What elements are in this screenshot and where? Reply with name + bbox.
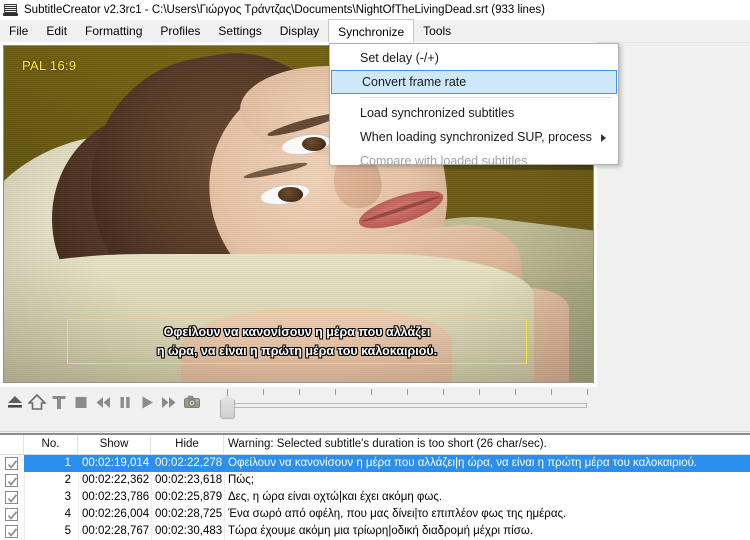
row-subtitle-text: Τώρα έχουμε ακόμη μια τρίωρη|οδική διαδρ… [228, 525, 534, 537]
row-subtitle-text: Πώς; [228, 474, 255, 486]
column-header-hide[interactable]: Hide [151, 435, 224, 454]
row-show-time: 00:02:26,004 [82, 508, 150, 520]
skip-back-icon [94, 393, 112, 411]
menu-item-load-synchronized-subtitles[interactable]: Load synchronized subtitles [330, 101, 618, 125]
column-header-check[interactable] [0, 435, 24, 454]
subtitle-overlay-box[interactable]: Οφείλουν να κανονίσουν η μέρα που αλλάζε… [67, 319, 527, 364]
camera-icon [183, 393, 203, 411]
row-checkbox[interactable] [0, 506, 24, 523]
row-hide-time: 00:02:22,278 [155, 457, 223, 469]
row-subtitle-text: Δες, η ώρα είναι οχτώ|και έχει ακόμη φως… [228, 491, 443, 503]
table-row[interactable]: 4 00:02:26,004 00:02:28,725 Ένα σωρό από… [0, 506, 750, 523]
title-bar: SubtitleCreator v2.3rc1 - C:\Users\Γιώργ… [0, 0, 750, 21]
menu-bar: File Edit Formatting Profiles Settings D… [0, 19, 750, 43]
slider-track[interactable] [227, 403, 587, 408]
menu-synchronize[interactable]: Synchronize [328, 19, 415, 42]
row-show-time: 00:02:22,362 [82, 474, 150, 486]
row-show-time: 00:02:19,014 [82, 457, 150, 469]
table-row[interactable]: 2 00:02:22,362 00:02:23,618 Πώς; [0, 472, 750, 489]
stop-icon [72, 393, 90, 411]
skip-forward-icon [160, 393, 178, 411]
snapshot-button[interactable] [180, 389, 206, 415]
column-header-no[interactable]: No. [24, 435, 78, 454]
row-show-time: 00:02:23,786 [82, 491, 150, 503]
checkbox-icon[interactable] [5, 457, 18, 470]
pause-icon [116, 393, 134, 411]
slider-ticks [218, 389, 596, 396]
menu-item-label: When loading synchronized SUP, process [360, 130, 592, 144]
menu-separator [360, 97, 612, 98]
menu-formatting[interactable]: Formatting [76, 20, 151, 42]
table-row[interactable]: 3 00:02:23,786 00:02:25,879 Δες, η ώρα ε… [0, 489, 750, 506]
menu-item-compare-with-loaded-subtitles: Compare with loaded subtitles [360, 154, 528, 168]
text-t-icon [50, 393, 68, 411]
row-checkbox[interactable] [0, 472, 24, 489]
menu-edit[interactable]: Edit [37, 20, 76, 42]
row-hide-time: 00:02:28,725 [155, 508, 223, 520]
checkbox-icon[interactable] [5, 491, 18, 504]
checkbox-icon[interactable] [5, 525, 18, 538]
row-subtitle-text: Ένα σωρό από οφέλη, που μας δίνει|το επι… [228, 508, 567, 520]
row-hide-time: 00:02:30,483 [155, 525, 223, 537]
menu-file[interactable]: File [0, 20, 37, 42]
subtitle-line-2: η ώρα, να είναι η πρώτη μέρα του καλοκαι… [156, 343, 438, 358]
menu-item-convert-frame-rate[interactable]: Convert frame rate [331, 70, 617, 94]
table-row[interactable]: 5 00:02:28,767 00:02:30,483 Τώρα έχουμε … [0, 523, 750, 540]
menu-item-when-loading-synchronized-sup[interactable]: When loading synchronized SUP, process [330, 125, 618, 149]
row-checkbox[interactable] [0, 523, 24, 540]
table-row[interactable]: 1 00:02:19,014 00:02:22,278 Οφείλουν να … [0, 455, 750, 472]
column-header-warning[interactable]: Warning: Selected subtitle's duration is… [224, 435, 750, 454]
checkbox-icon[interactable] [5, 508, 18, 521]
window-title: SubtitleCreator v2.3rc1 - C:\Users\Γιώργ… [24, 4, 545, 16]
subtitle-line-1: Οφείλουν να κανονίσουν η μέρα που αλλάζε… [163, 324, 431, 339]
row-hide-time: 00:02:23,618 [155, 474, 223, 486]
application-window: SubtitleCreator v2.3rc1 - C:\Users\Γιώργ… [0, 0, 750, 540]
slider-thumb[interactable] [220, 395, 235, 419]
eject-icon [6, 393, 24, 411]
row-show-time: 00:02:28,767 [82, 525, 150, 537]
subtitle-grid[interactable]: No. Show Hide Warning: Selected subtitle… [0, 435, 750, 540]
row-checkbox[interactable] [0, 489, 24, 506]
row-number: 1 [64, 457, 71, 469]
row-number: 5 [64, 525, 71, 537]
menu-tools[interactable]: Tools [414, 20, 460, 42]
row-number: 2 [64, 474, 71, 486]
play-icon [138, 393, 156, 411]
home-icon [28, 393, 46, 411]
chevron-right-icon [601, 134, 606, 142]
panel-divider [0, 431, 750, 432]
aspect-ratio-label: PAL 16:9 [22, 58, 77, 73]
row-number: 3 [64, 491, 71, 503]
next-button[interactable] [156, 389, 182, 415]
checkbox-icon[interactable] [5, 474, 18, 487]
row-number: 4 [64, 508, 71, 520]
monitor-icon [3, 2, 19, 18]
row-hide-time: 00:02:25,879 [155, 491, 223, 503]
transport-toolbar [0, 387, 750, 435]
row-checkbox[interactable] [0, 455, 24, 472]
menu-settings[interactable]: Settings [209, 20, 270, 42]
menu-item-set-delay[interactable]: Set delay (-/+) [330, 46, 618, 70]
menu-profiles[interactable]: Profiles [151, 20, 209, 42]
synchronize-dropdown-menu[interactable]: Set delay (-/+) Convert frame rate Load … [329, 43, 619, 168]
grid-header-row: No. Show Hide Warning: Selected subtitle… [0, 435, 750, 455]
column-header-show[interactable]: Show [78, 435, 151, 454]
row-subtitle-text: Οφείλουν να κανονίσουν η μέρα που αλλάζε… [228, 457, 698, 469]
menu-display[interactable]: Display [271, 20, 328, 42]
position-slider[interactable] [218, 387, 596, 427]
